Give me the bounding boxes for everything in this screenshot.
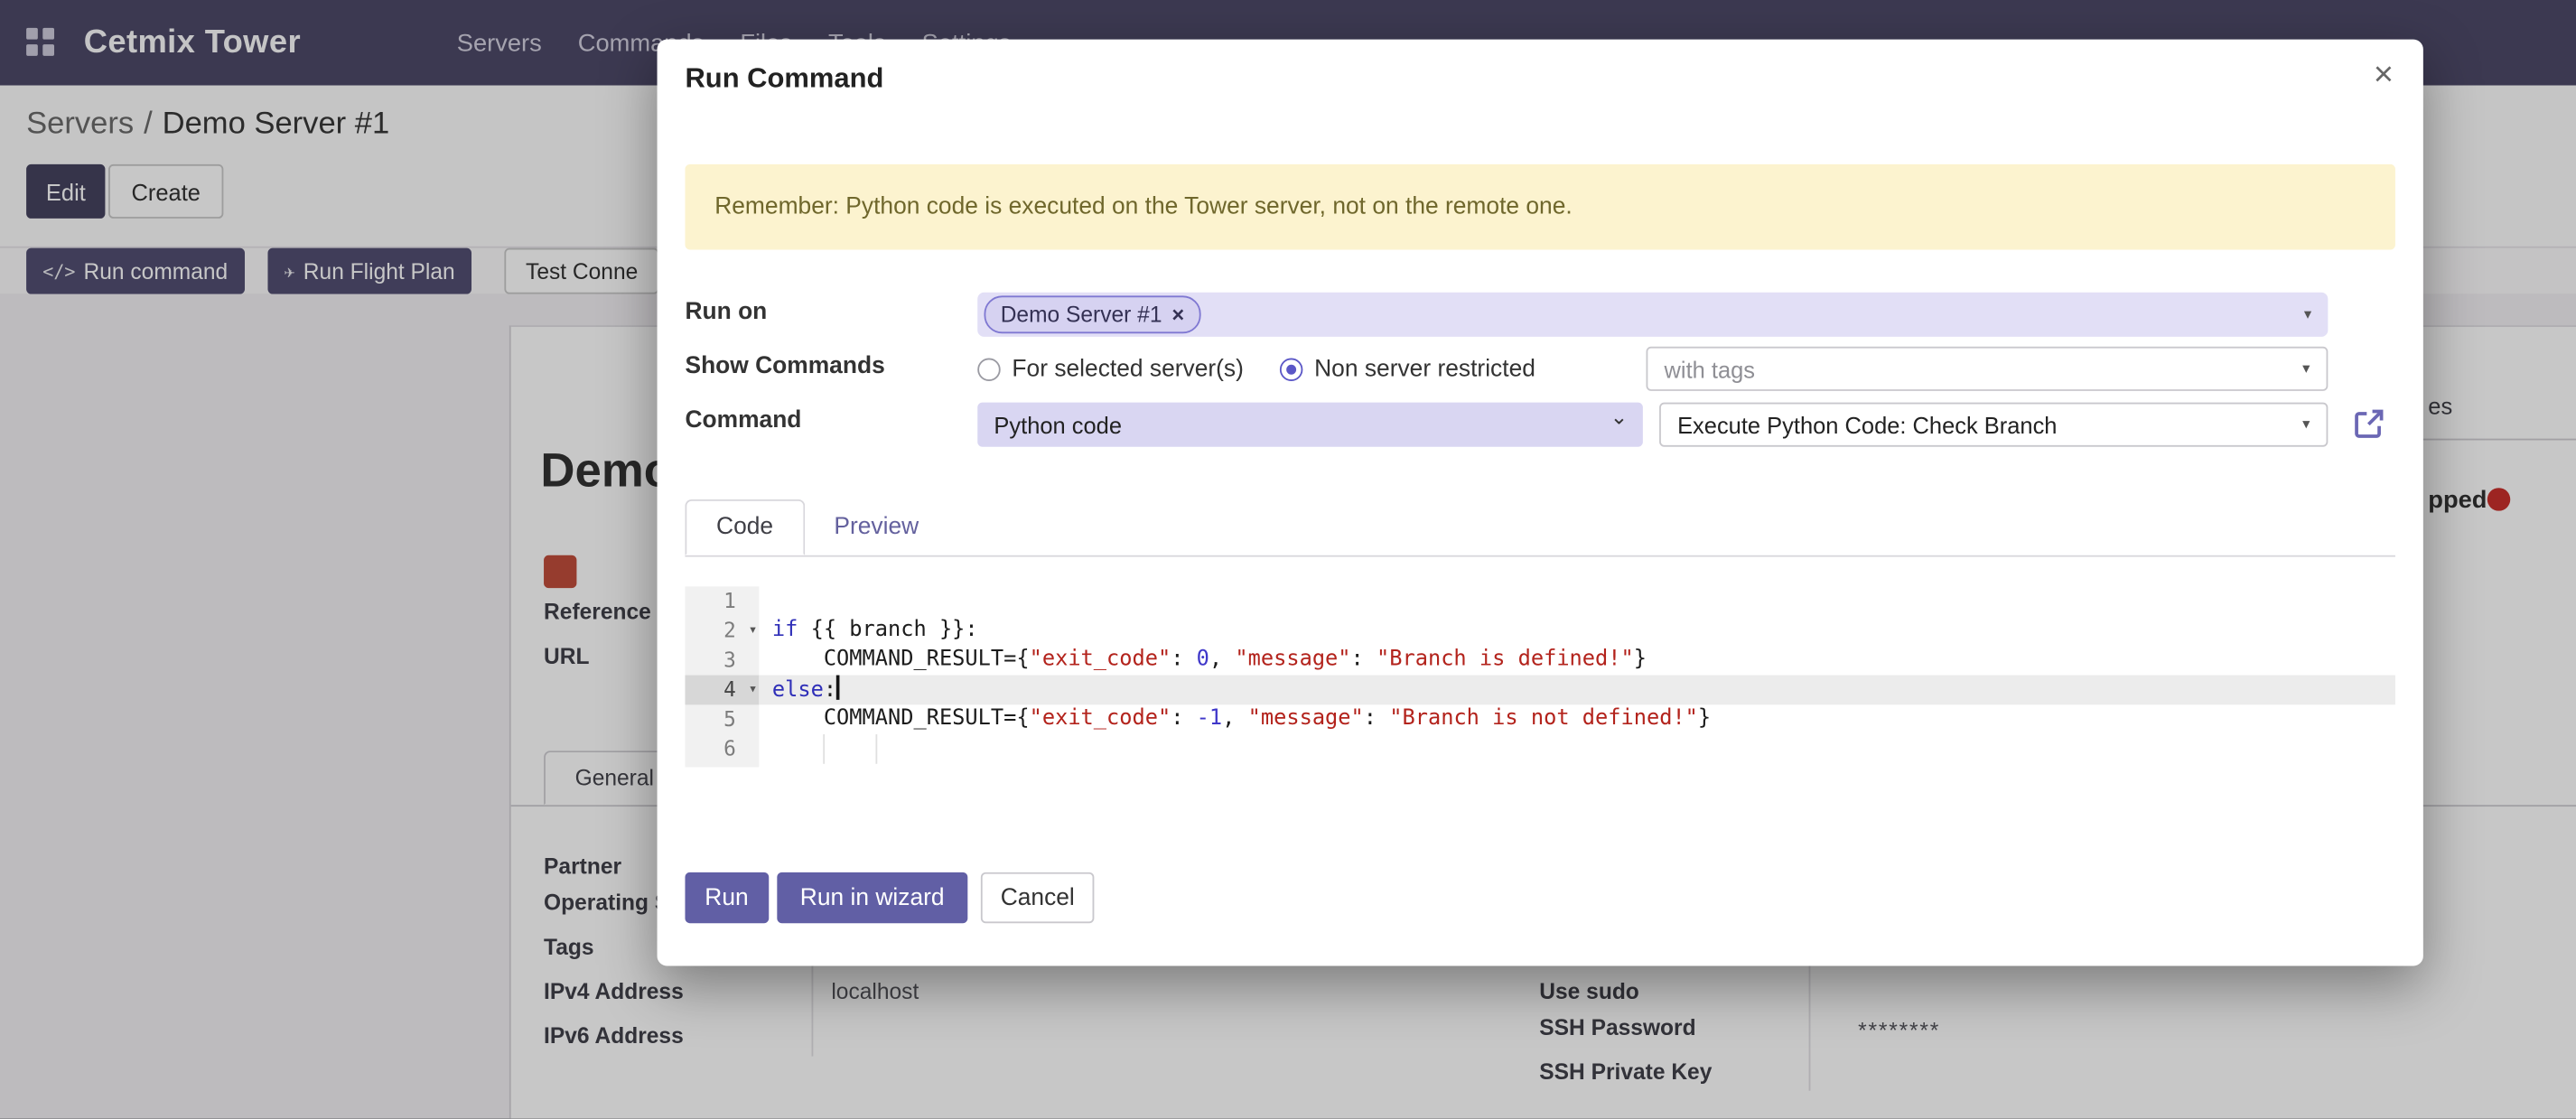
line-number: 1 <box>685 586 759 616</box>
code-token: "exit_code" <box>1030 648 1171 672</box>
code-token: : <box>1171 648 1196 672</box>
code-token: : <box>1364 706 1389 731</box>
code-line[interactable]: COMMAND_RESULT={"exit_code": -1, "messag… <box>759 704 2395 734</box>
code-token: : <box>1351 648 1377 672</box>
command-label: Command <box>685 407 801 434</box>
dialog-title: Run Command <box>685 62 883 95</box>
run-on-field[interactable]: Demo Server #1 × ▾ <box>977 293 2328 337</box>
tab-code[interactable]: Code <box>685 499 804 555</box>
server-tag: Demo Server #1 × <box>985 295 1201 333</box>
code-token: -1 <box>1197 706 1222 731</box>
cancel-button[interactable]: Cancel <box>981 872 1095 923</box>
editor-tabs: Code Preview <box>685 499 2394 557</box>
run-on-label: Run on <box>685 299 767 325</box>
command-type-select[interactable]: Python code ⌄ <box>977 403 1643 447</box>
remove-tag-icon[interactable]: × <box>1171 303 1184 327</box>
code-token: 0 <box>1197 648 1209 672</box>
line-number: 5 <box>685 704 759 734</box>
code-token: , <box>1222 706 1247 731</box>
code-line[interactable]: else: <box>759 676 2395 705</box>
code-token: "message" <box>1235 648 1350 672</box>
show-commands-radios: For selected server(s) Non server restri… <box>977 347 1535 391</box>
fold-icon[interactable]: ▾ <box>749 616 758 646</box>
code-token: , <box>1209 648 1235 672</box>
chevron-down-icon: ⌄ <box>1610 404 1629 430</box>
external-link-icon[interactable] <box>2351 406 2387 442</box>
caret-down-icon: ▾ <box>2302 415 2310 434</box>
code-token: } <box>1634 648 1647 672</box>
run-button[interactable]: Run <box>685 872 768 923</box>
caret-down-icon: ▾ <box>2304 305 2311 323</box>
code-token: if <box>772 618 798 642</box>
with-tags-select[interactable]: with tags ▾ <box>1647 347 2329 391</box>
fold-icon[interactable]: ▾ <box>749 676 758 705</box>
line-number: 3 <box>685 646 759 676</box>
line-number: 6 <box>685 734 759 764</box>
text-cursor <box>836 676 840 700</box>
command-select[interactable]: Execute Python Code: Check Branch ▾ <box>1659 403 2328 447</box>
code-token: } <box>1698 706 1711 731</box>
tab-preview[interactable]: Preview <box>805 499 948 555</box>
line-number: 4▾ <box>685 676 759 705</box>
code-line[interactable]: COMMAND_RESULT={"exit_code": 0, "message… <box>759 646 2395 676</box>
radio-circle[interactable] <box>977 358 1000 380</box>
code-token: COMMAND_RESULT={ <box>772 706 1030 731</box>
code-line[interactable]: if {{ branch }}: <box>759 616 2395 646</box>
radio-non-server-restricted[interactable]: Non server restricted <box>1280 356 1535 382</box>
code-token: : <box>1171 706 1196 731</box>
run-in-wizard-button[interactable]: Run in wizard <box>777 872 967 923</box>
code-editor[interactable]: 12▾34▾56 if {{ branch }}: COMMAND_RESULT… <box>685 586 2394 767</box>
code-token: "Branch is not defined!" <box>1389 706 1698 731</box>
code-token: else <box>772 678 824 703</box>
code-token: : <box>824 678 836 703</box>
code-line[interactable] <box>759 734 2395 764</box>
close-icon[interactable]: × <box>2374 58 2394 92</box>
run-command-dialog: Run Command × Remember: Python code is e… <box>658 40 2423 966</box>
radio-for-selected-servers[interactable]: For selected server(s) <box>977 356 1244 382</box>
editor-gutter: 12▾34▾56 <box>685 586 759 767</box>
show-commands-label: Show Commands <box>685 353 884 379</box>
code-token: "exit_code" <box>1030 706 1171 731</box>
code-token: {{ branch }}: <box>798 618 977 642</box>
code-token: COMMAND_RESULT={ <box>772 648 1030 672</box>
radio-circle-checked[interactable] <box>1280 358 1302 380</box>
code-line[interactable] <box>759 586 2395 616</box>
screen: Cetmix Tower Servers Commands Files Tool… <box>0 0 2576 1119</box>
alert-message: Remember: Python code is executed on the… <box>685 164 2394 250</box>
indent-guide <box>875 734 877 764</box>
caret-down-icon: ▾ <box>2302 359 2310 378</box>
line-number: 2▾ <box>685 616 759 646</box>
editor-code[interactable]: if {{ branch }}: COMMAND_RESULT={"exit_c… <box>759 586 2395 767</box>
code-token: "Branch is defined!" <box>1377 648 1634 672</box>
code-token: "message" <box>1248 706 1364 731</box>
indent-guide <box>823 734 825 764</box>
